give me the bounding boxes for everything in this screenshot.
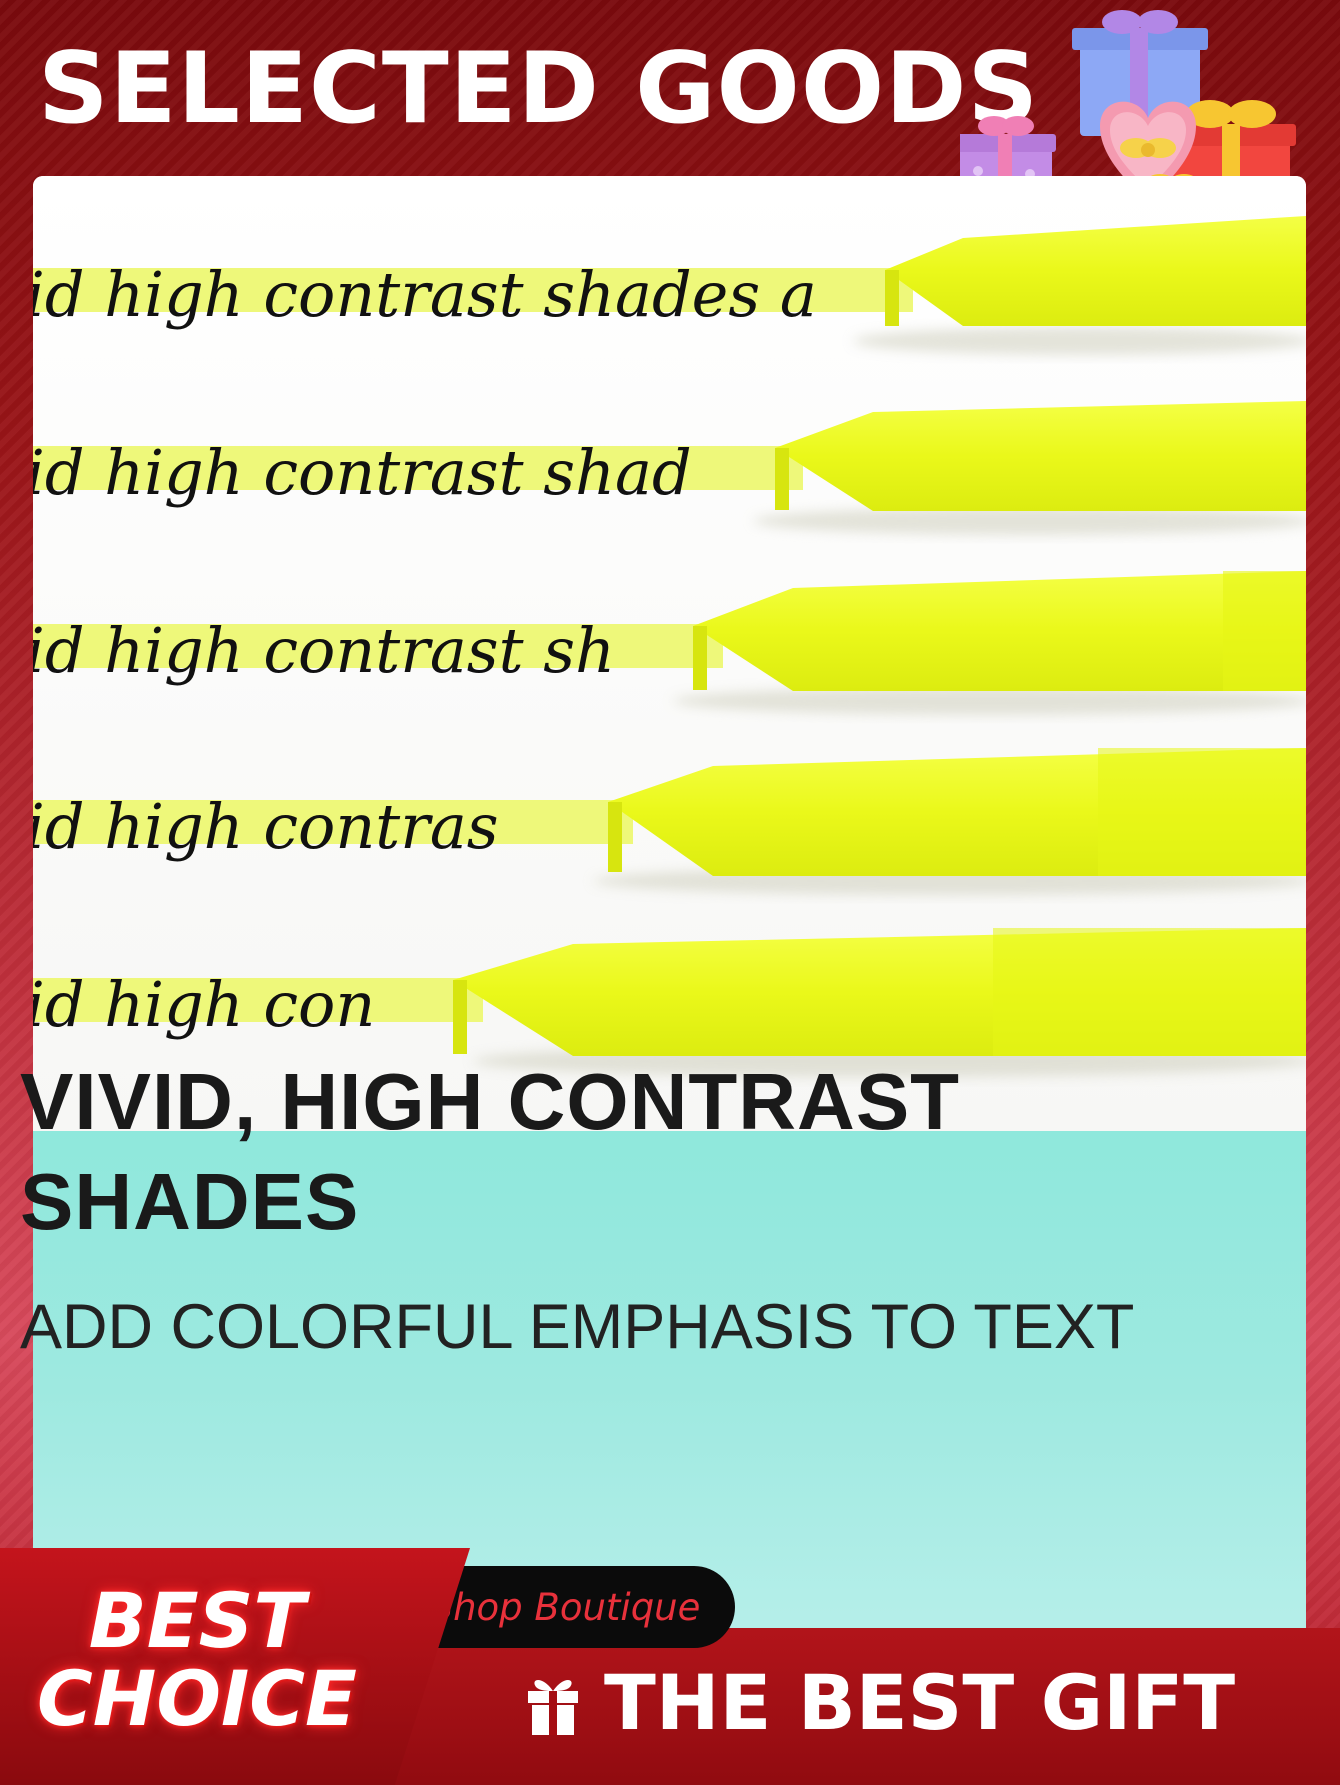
gift-label: THE BEST GIFT (604, 1658, 1236, 1747)
shop-label: Shop Boutique (429, 1585, 701, 1629)
highlighter-row-1: id high contrast shades a (33, 216, 1306, 355)
headline-line-2: SHADES (20, 1157, 360, 1246)
best-choice-text: BEST CHOICE (32, 1582, 362, 1738)
handwriting-line-1: id high contrast shades a (33, 258, 817, 331)
badge-line-2: CHOICE (37, 1654, 357, 1743)
header-title: SELECTED GOODS (38, 32, 1040, 146)
product-headline: VIVID, HIGH CONTRAST SHADES (20, 1052, 960, 1252)
handwriting-line-5: id high con (33, 968, 375, 1041)
handwriting-line-4: id high contras (33, 790, 499, 863)
product-subline: ADD COLORFUL EMPHASIS TO TEXT (20, 1292, 1135, 1362)
ad-banner: SELECTED GOODS id high contrast shades a… (0, 0, 1340, 1785)
product-photo: id high contrast shades a id high contra… (33, 176, 1306, 1131)
highlighter-illustration: id high contrast shades a id high contra… (33, 216, 1306, 1077)
gift-icon (528, 1680, 578, 1735)
highlighter-row-3: id high contrast sh (33, 571, 1306, 715)
highlighter-row-2: id high contrast shad (33, 401, 1306, 535)
product-card: id high contrast shades a id high contra… (33, 176, 1306, 1646)
highlighter-row-4: id high contras (33, 748, 1306, 895)
handwriting-line-2: id high contrast shad (33, 436, 692, 509)
handwriting-line-3: id high contrast sh (33, 614, 615, 687)
best-gift-label: THE BEST GIFT (524, 1665, 1235, 1741)
headline-line-1: VIVID, HIGH CONTRAST (20, 1057, 961, 1146)
badge-line-1: BEST (88, 1576, 306, 1665)
